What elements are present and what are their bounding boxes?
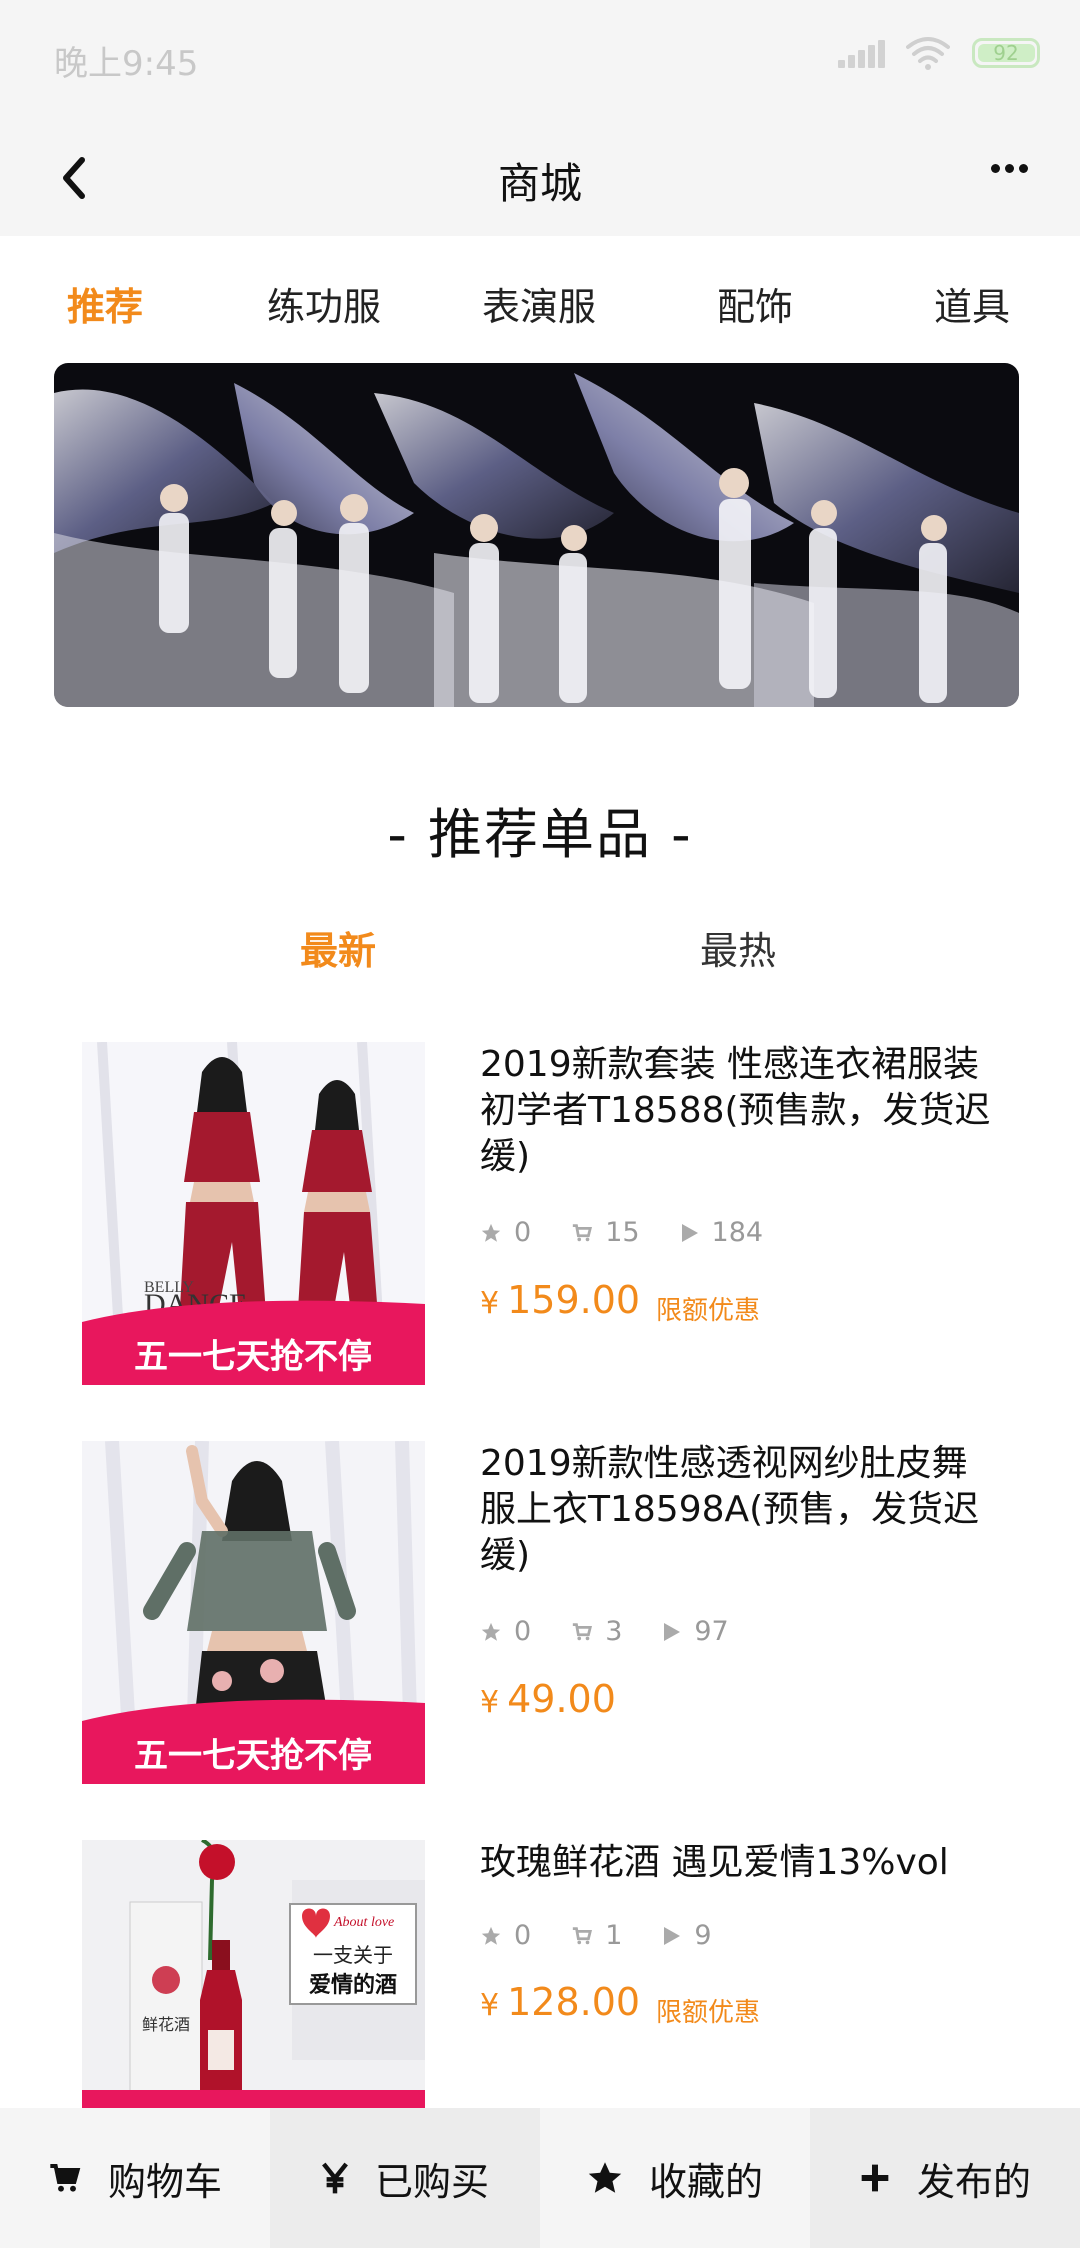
signal-icon xyxy=(838,38,885,68)
star-icon xyxy=(481,1622,501,1641)
stars-stat: 0 xyxy=(480,1217,531,1248)
star-icon xyxy=(481,1223,501,1242)
cart-stat: 1 xyxy=(571,1920,622,1951)
status-time: 晚上9:45 xyxy=(54,44,199,84)
product-price: ¥49.00 xyxy=(480,1677,616,1721)
product-title[interactable]: 2019新款套装 性感连衣裙服装初学者T18588(预售款，发货迟缓) xyxy=(480,1042,1000,1180)
views-stat: 97 xyxy=(662,1616,729,1647)
stars-count: 0 xyxy=(514,1616,532,1647)
cart-count: 1 xyxy=(605,1920,623,1951)
product-price: ¥159.00 xyxy=(480,1278,640,1322)
product-title[interactable]: 2019新款性感透视网纱肚皮舞服上衣T18598A(预售，发货迟缓) xyxy=(480,1441,1000,1579)
published-button-label: 发布的 xyxy=(916,2159,1031,2204)
cart-icon xyxy=(573,1622,593,1640)
price-value: 159.00 xyxy=(507,1278,641,1322)
status-bar: 晚上9:45 92 xyxy=(0,0,1080,120)
promo-label: 限额优惠 xyxy=(656,1296,761,1326)
section-title: - 推荐单品 - xyxy=(387,803,693,866)
tab-practice-wear[interactable]: 练功服 xyxy=(267,276,381,331)
currency-symbol: ¥ xyxy=(480,1988,500,2023)
product-image-tag-script: About love xyxy=(333,1915,394,1930)
product-stats: 0 15 184 xyxy=(480,1217,803,1248)
sort-tab-hottest[interactable]: 最热 xyxy=(700,920,776,975)
views-stat: 9 xyxy=(662,1920,712,1951)
cart-icon xyxy=(48,2162,82,2194)
sort-tabs: 最新 最热 xyxy=(0,920,1080,980)
product-title[interactable]: 玫瑰鲜花酒 遇见爱情13%vol xyxy=(480,1840,1000,1886)
cart-button-label: 购物车 xyxy=(107,2159,222,2204)
battery-level: 92 xyxy=(993,41,1019,65)
stars-stat: 0 xyxy=(480,1616,531,1647)
cart-button[interactable]: 购物车 xyxy=(0,2108,270,2248)
stars-stat: 0 xyxy=(480,1920,531,1951)
wifi-icon xyxy=(906,37,950,70)
plus-icon xyxy=(859,2162,891,2194)
cart-count: 15 xyxy=(605,1217,640,1248)
play-icon xyxy=(664,1622,681,1641)
cart-icon xyxy=(573,1223,593,1241)
tab-props[interactable]: 道具 xyxy=(934,276,1010,331)
favorites-button[interactable]: 收藏的 xyxy=(540,2108,810,2248)
status-icons: 92 xyxy=(838,36,1040,70)
currency-symbol: ¥ xyxy=(480,1286,500,1321)
nav-bar: 商城 xyxy=(0,120,1080,236)
product-card[interactable]: 五一七天抢不停 2019新款性感透视网纱肚皮舞服上衣T18598A(预售，发货迟… xyxy=(82,1441,1042,1785)
cart-stat: 15 xyxy=(571,1217,640,1248)
product-image[interactable]: 鲜花酒 About love 一支关于 爱情的酒 xyxy=(82,1840,425,2108)
product-image-banner-text: 五一七天抢不停 xyxy=(134,1337,372,1377)
views-stat: 184 xyxy=(680,1217,764,1248)
cart-icon xyxy=(573,1926,593,1944)
star-icon xyxy=(481,1926,501,1945)
stars-count: 0 xyxy=(514,1217,532,1248)
product-image[interactable]: BELLY DANCE 五一七天抢不停 xyxy=(82,1042,425,1385)
yen-icon xyxy=(321,2161,349,2195)
cart-count: 3 xyxy=(605,1616,623,1647)
product-stats: 0 1 9 xyxy=(480,1920,752,1951)
price-value: 128.00 xyxy=(507,1980,641,2024)
price-value: 49.00 xyxy=(507,1677,616,1721)
banner-image[interactable] xyxy=(54,363,1019,707)
play-icon xyxy=(681,1223,698,1242)
bottom-action-bar: 购物车 已购买 收藏的 发布的 xyxy=(0,2108,1080,2248)
star-icon xyxy=(587,2160,623,2196)
category-tabs: 推荐 练功服 表演服 配饰 道具 xyxy=(0,236,1080,366)
currency-symbol: ¥ xyxy=(480,1685,500,1720)
tab-recommend[interactable]: 推荐 xyxy=(67,276,143,331)
page-title: 商城 xyxy=(497,159,582,208)
product-image-tag-line1: 一支关于 xyxy=(313,1943,393,1967)
play-icon xyxy=(664,1926,681,1945)
purchased-button[interactable]: 已购买 xyxy=(270,2108,540,2248)
product-image[interactable]: 五一七天抢不停 xyxy=(82,1441,425,1784)
stars-count: 0 xyxy=(514,1920,532,1951)
views-count: 9 xyxy=(694,1920,712,1951)
product-card[interactable]: BELLY DANCE 五一七天抢不停 2019新款套装 性感连衣裙服装初学者T… xyxy=(82,1042,1042,1386)
product-image-banner-text: 五一七天抢不停 xyxy=(134,1736,372,1776)
views-count: 97 xyxy=(694,1616,729,1647)
more-icon[interactable] xyxy=(991,164,1028,173)
published-button[interactable]: 发布的 xyxy=(810,2108,1080,2248)
product-stats: 0 3 97 xyxy=(480,1616,769,1647)
tab-accessories[interactable]: 配饰 xyxy=(717,276,793,331)
battery-icon: 92 xyxy=(972,38,1040,68)
views-count: 184 xyxy=(711,1217,764,1248)
tab-performance-wear[interactable]: 表演服 xyxy=(482,276,596,331)
product-image-tag-line2: 爱情的酒 xyxy=(309,1972,397,1998)
purchased-button-label: 已购买 xyxy=(374,2159,489,2204)
cart-stat: 3 xyxy=(571,1616,622,1647)
promo-label: 限额优惠 xyxy=(656,1998,761,2028)
favorites-button-label: 收藏的 xyxy=(648,2159,763,2204)
product-image-bottle-text: 鲜花酒 xyxy=(142,2015,190,2034)
sort-tab-newest[interactable]: 最新 xyxy=(300,920,376,975)
product-price: ¥128.00 xyxy=(480,1980,640,2024)
